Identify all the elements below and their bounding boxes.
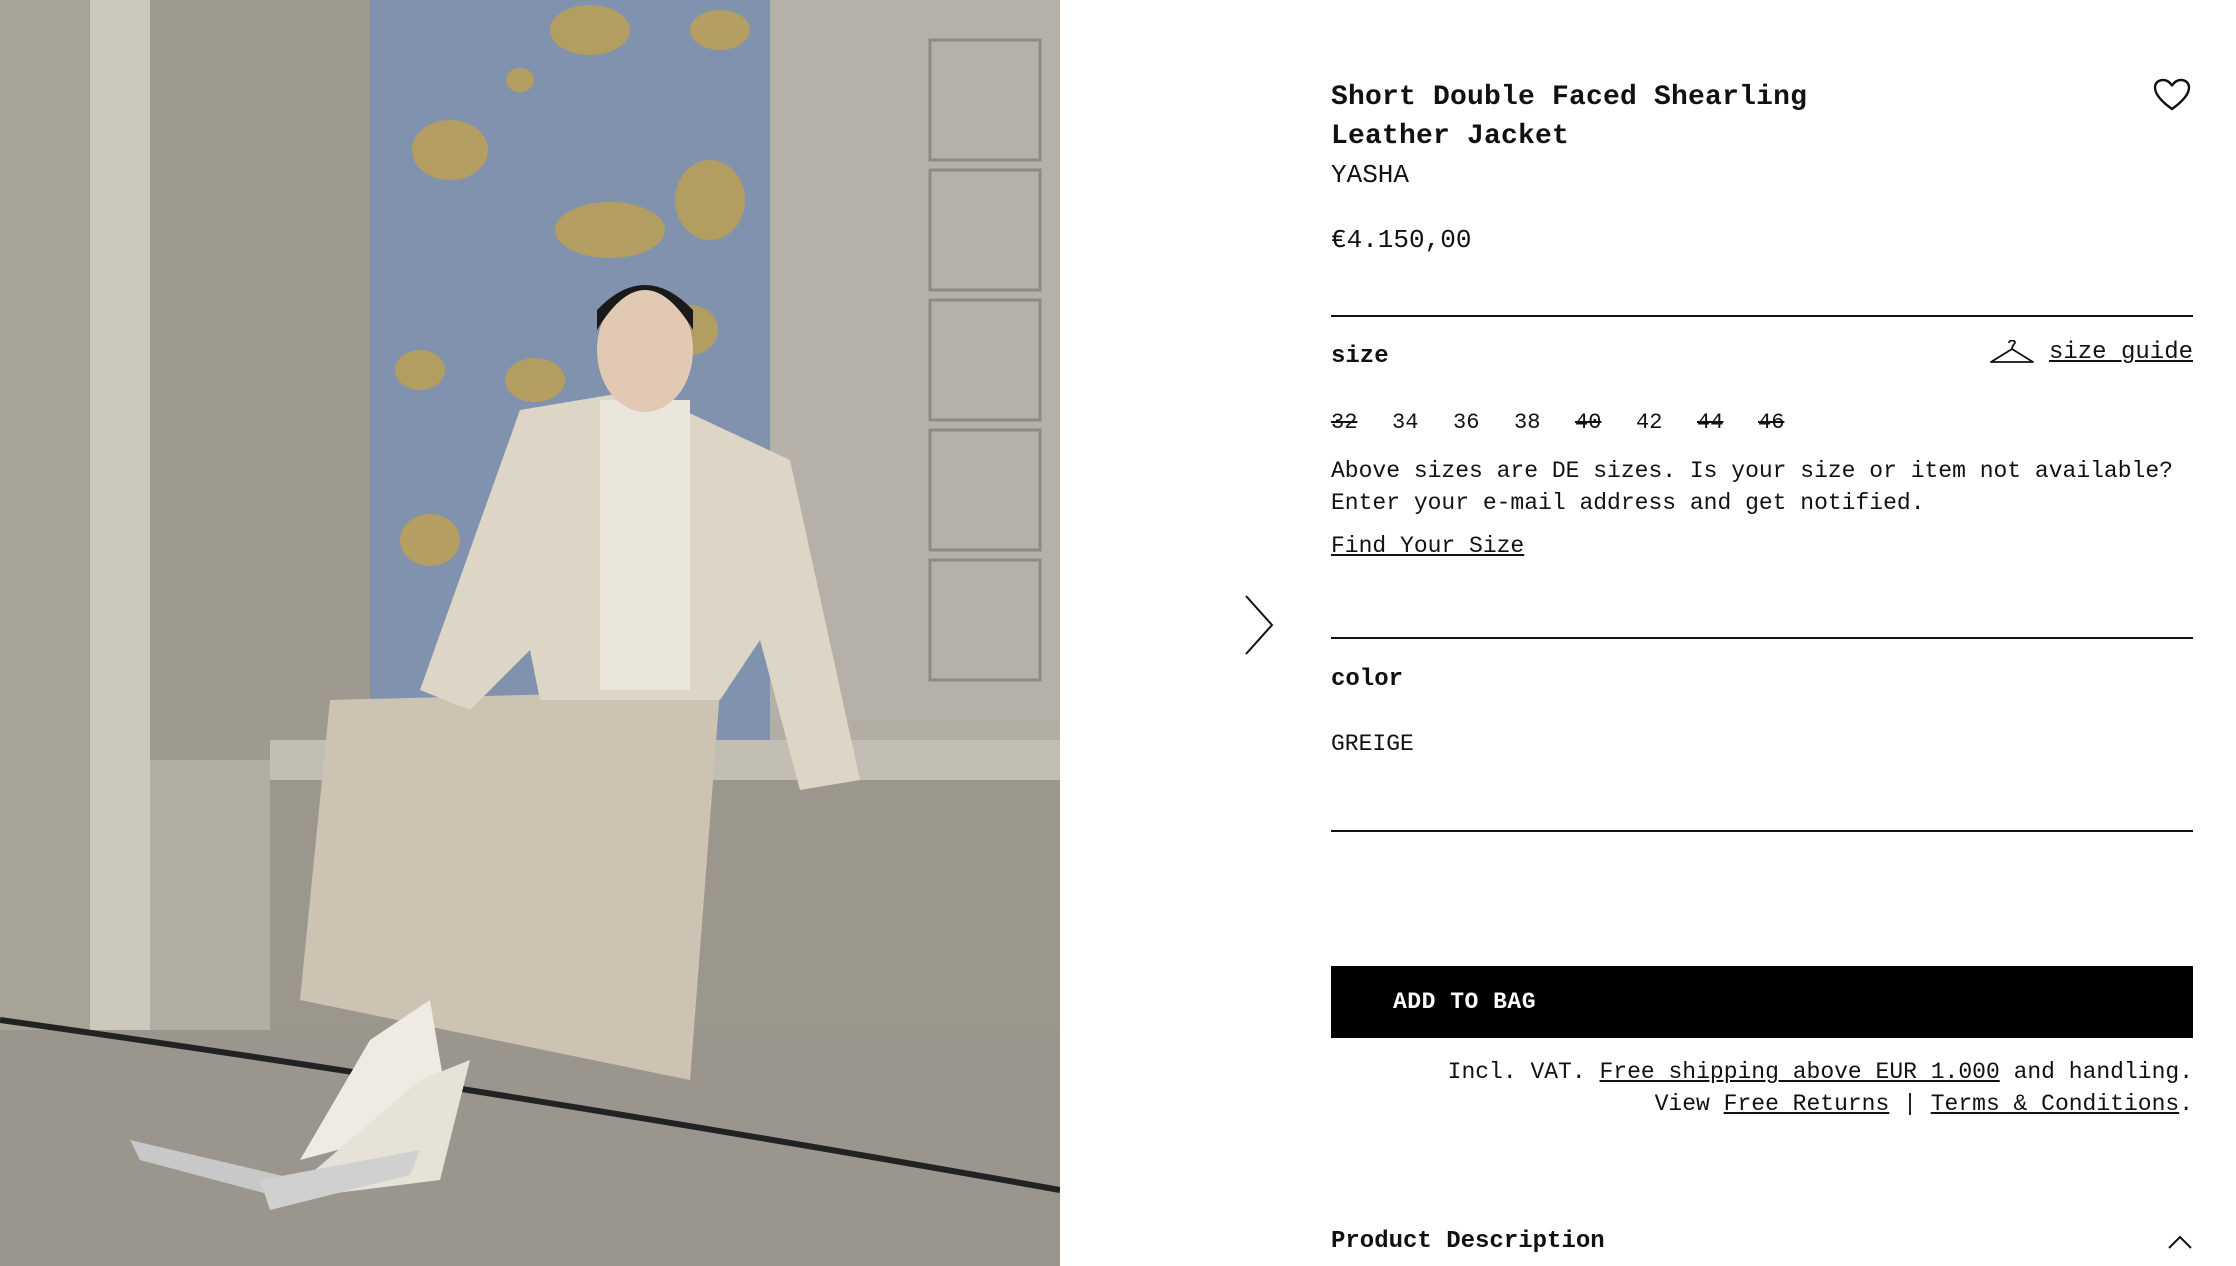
product-description-label: Product Description <box>1331 1228 1605 1255</box>
free-returns-link[interactable]: Free Returns <box>1724 1091 1890 1117</box>
product-title: Short Double Faced Shearling Leather Jac… <box>1331 82 1808 152</box>
handling-text: and handling. <box>2013 1059 2193 1085</box>
divider <box>1331 830 2193 832</box>
product-photo-illustration <box>0 0 1060 1266</box>
product-page: Short Double Faced Shearling Leather Jac… <box>0 0 2236 1266</box>
wishlist-button[interactable] <box>2153 78 2193 114</box>
shipping-line-1: Incl. VAT. Free shipping above EUR 1.000… <box>1331 1056 2193 1088</box>
product-price: €4.150,00 <box>1331 225 1472 255</box>
shipping-info: Incl. VAT. Free shipping above EUR 1.000… <box>1331 1056 2193 1120</box>
size-availability-note: Above sizes are DE sizes. Is your size o… <box>1331 458 2173 516</box>
size-option-34[interactable]: 34 <box>1392 410 1453 435</box>
product-info-panel: Short Double Faced Shearling Leather Jac… <box>1331 78 2193 1255</box>
divider <box>1331 637 2193 639</box>
hanger-icon <box>1990 339 2034 363</box>
size-option-42[interactable]: 42 <box>1636 410 1697 435</box>
find-your-size-link[interactable]: Find Your Size <box>1331 533 1524 559</box>
color-label: color <box>1331 666 1404 693</box>
size-option-44[interactable]: 44 <box>1697 410 1758 435</box>
size-guide-label: size guide <box>2048 339 2193 366</box>
view-text: View <box>1654 1091 1710 1117</box>
chevron-right-icon <box>1245 595 1274 655</box>
divider <box>1331 315 2193 317</box>
shipping-line-2: View Free Returns | Terms & Conditions. <box>1331 1088 2193 1120</box>
add-to-bag-button[interactable]: ADD TO BAG <box>1331 966 2193 1038</box>
sentence-end: . <box>2179 1091 2193 1117</box>
terms-conditions-link[interactable]: Terms & Conditions <box>1931 1091 2179 1117</box>
size-option-32[interactable]: 32 <box>1331 410 1392 435</box>
color-value: GREIGE <box>1331 731 1414 757</box>
size-option-36[interactable]: 36 <box>1453 410 1514 435</box>
heart-icon <box>2153 78 2191 111</box>
free-shipping-link[interactable]: Free shipping above EUR 1.000 <box>1599 1059 1999 1085</box>
size-option-40[interactable]: 40 <box>1575 410 1636 435</box>
next-image-button[interactable] <box>1240 590 1280 660</box>
size-guide-link[interactable]: size guide <box>1989 339 2193 366</box>
product-description-accordion[interactable]: Product Description <box>1331 1228 2193 1255</box>
size-options: 32 34 36 38 40 42 44 46 <box>1331 410 2193 435</box>
chevron-up-icon <box>2168 1235 2192 1249</box>
size-section: size size guide 32 34 36 38 40 42 44 46 … <box>1331 339 2193 559</box>
color-section: color GREIGE <box>1331 666 1414 757</box>
size-option-38[interactable]: 38 <box>1514 410 1575 435</box>
product-image[interactable] <box>0 0 1060 1266</box>
size-option-46[interactable]: 46 <box>1758 410 1819 435</box>
product-brand[interactable]: YASHA <box>1331 156 2193 195</box>
link-separator: | <box>1903 1091 1917 1117</box>
vat-text: Incl. VAT. <box>1447 1059 1586 1085</box>
